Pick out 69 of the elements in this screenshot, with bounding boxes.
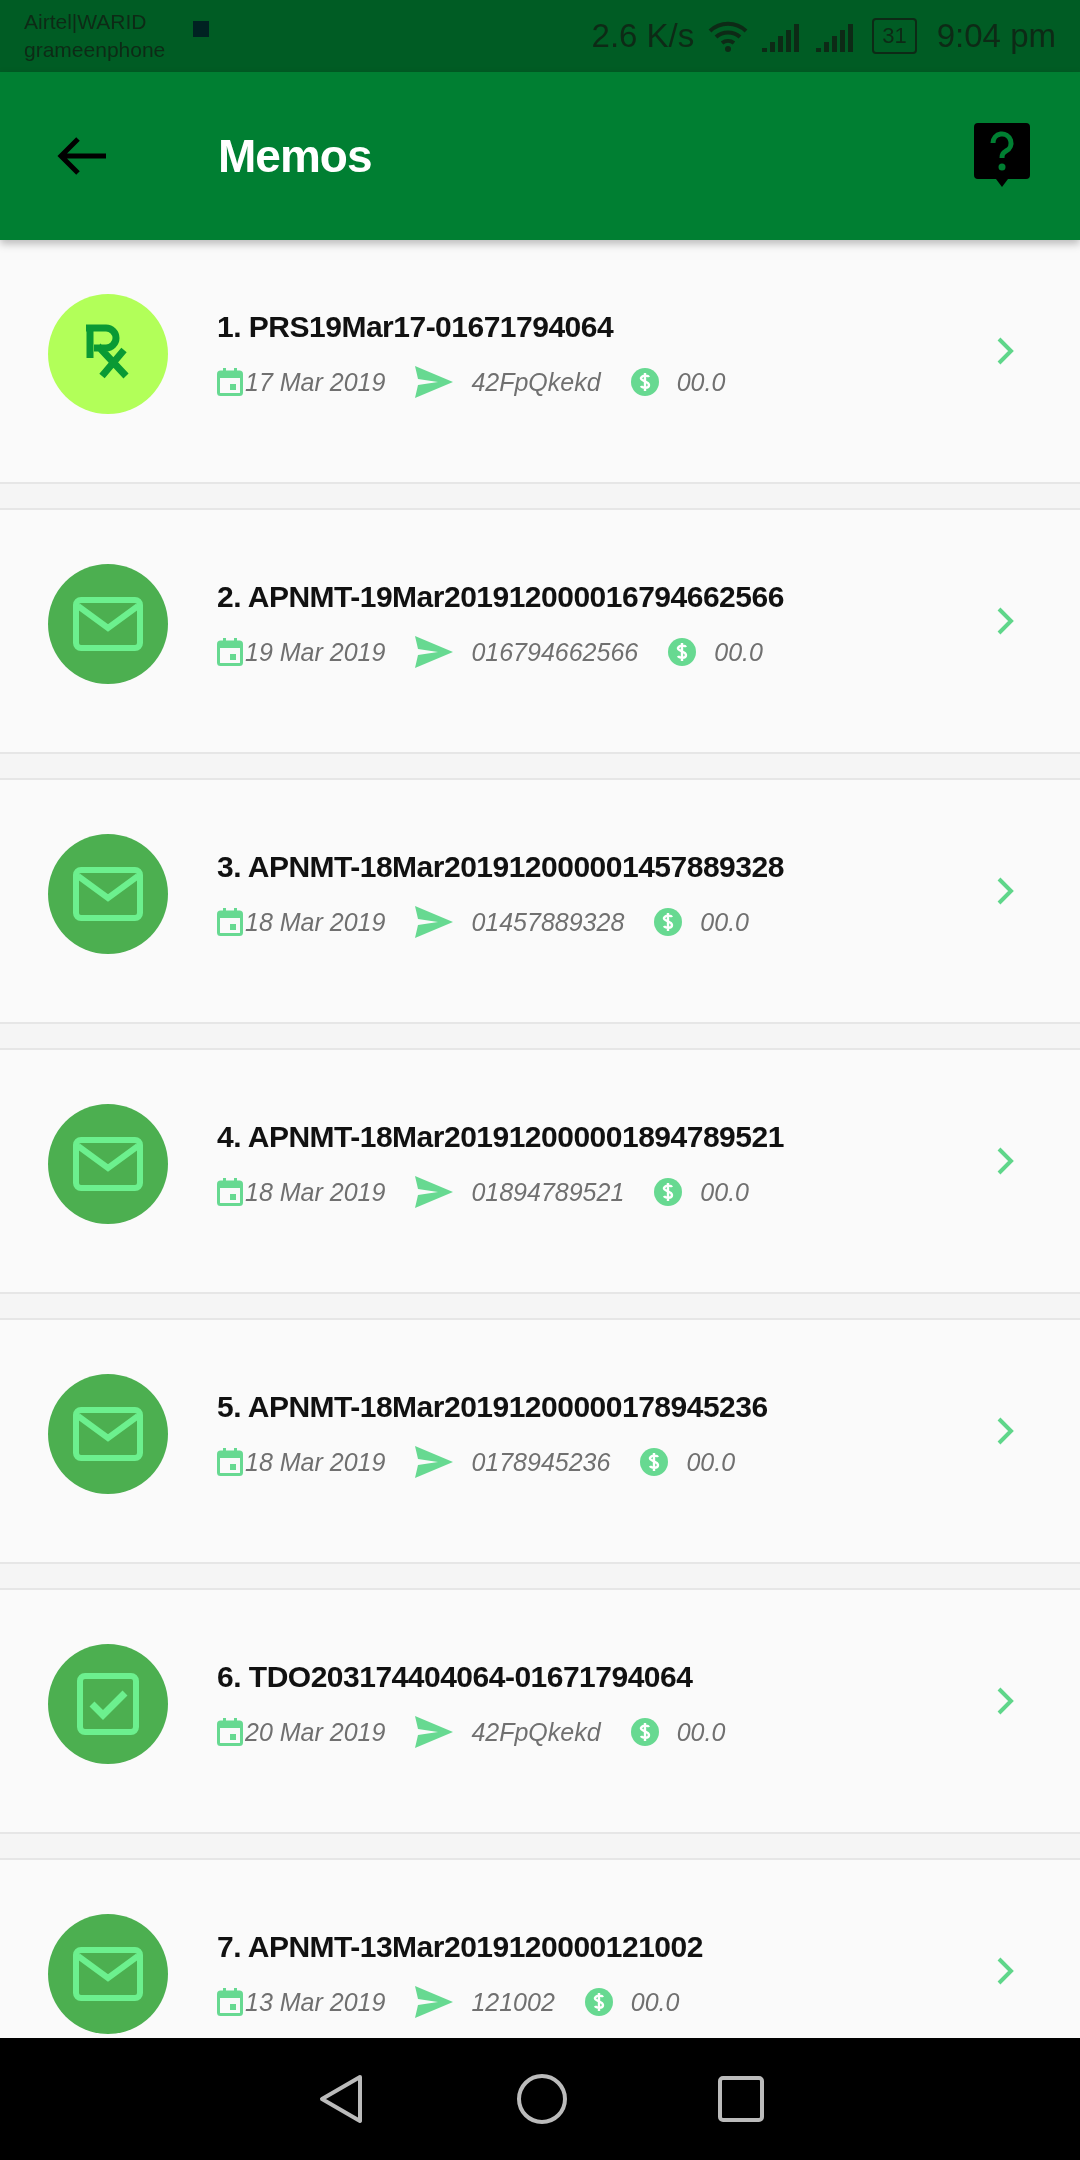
- chevron-right-icon: [996, 1956, 1014, 1986]
- calendar-icon: [217, 908, 243, 936]
- notification-icon: [193, 21, 210, 37]
- chevron-right-icon: [996, 1686, 1014, 1716]
- chevron-right-icon: [996, 876, 1014, 906]
- memo-title: 3. APNMT-18Mar201912000001457889328: [217, 850, 785, 884]
- envelope-icon: [72, 596, 144, 652]
- calendar-icon: [217, 1448, 243, 1476]
- dollar-coin-icon: [584, 1988, 613, 2016]
- send-icon: [415, 1446, 454, 1478]
- memo-recipient: 01457889328: [471, 907, 625, 937]
- memo-date: 13 Mar 2019: [245, 1987, 386, 2017]
- wifi-icon: [708, 19, 749, 53]
- memo-date: 18 Mar 2019: [245, 1447, 386, 1477]
- dollar-coin-icon: [654, 1178, 683, 1206]
- memo-title: 1. PRS19Mar17-01671794064: [217, 310, 615, 344]
- memo-date: 18 Mar 2019: [245, 907, 386, 937]
- chevron-right-icon: [996, 606, 1014, 636]
- envelope-icon: [72, 1946, 144, 2002]
- chevron-right-icon: [996, 1146, 1014, 1176]
- send-icon: [415, 906, 454, 938]
- chevron-right-icon: [996, 336, 1014, 366]
- memo-date: 17 Mar 2019: [245, 367, 386, 397]
- checkbox-icon: [76, 1672, 140, 1736]
- memo-date: 19 Mar 2019: [245, 637, 386, 667]
- dollar-coin-icon: [654, 908, 683, 936]
- memo-recipient: 01894789521: [471, 1177, 625, 1207]
- dollar-coin-icon: [630, 1718, 659, 1746]
- calendar-icon: [217, 1988, 243, 2016]
- memo-amount: 00.0: [700, 907, 749, 937]
- memo-recipient: 42FpQkekd: [471, 1717, 601, 1747]
- memo-date: 20 Mar 2019: [245, 1717, 386, 1747]
- send-icon: [415, 366, 454, 398]
- calendar-icon: [217, 1178, 243, 1206]
- envelope-icon: [72, 1136, 144, 1192]
- send-icon: [415, 1716, 454, 1748]
- memo-title: 6. TDO203174404064-01671794064: [217, 1660, 694, 1694]
- memo-amount: 00.0: [676, 367, 726, 397]
- dollar-coin-icon: [630, 368, 659, 396]
- memo-recipient: 016794662566: [471, 637, 639, 667]
- chevron-right-icon: [996, 1416, 1014, 1446]
- send-icon: [415, 1176, 454, 1208]
- recents-square-icon[interactable]: [718, 2076, 764, 2122]
- help-icon[interactable]: [974, 123, 1030, 189]
- home-circle-icon[interactable]: [516, 2073, 568, 2125]
- calendar-icon: [217, 638, 243, 666]
- memo-recipient: 121002: [471, 1987, 555, 2017]
- screen-title: Memos: [218, 129, 373, 183]
- memo-amount: 00.0: [630, 1987, 680, 2017]
- memo-amount: 00.0: [676, 1717, 726, 1747]
- memo-title: 5. APNMT-18Mar20191200000178945236: [217, 1390, 769, 1424]
- send-icon: [415, 636, 454, 668]
- send-icon: [415, 1986, 454, 2018]
- dollar-coin-icon: [668, 638, 697, 666]
- memo-title: 7. APNMT-13Mar2019120000121002: [217, 1930, 704, 1964]
- dollar-coin-icon: [640, 1448, 669, 1476]
- memo-recipient: 42FpQkekd: [471, 367, 601, 397]
- envelope-icon: [72, 866, 144, 922]
- memo-recipient: 0178945236: [471, 1447, 611, 1477]
- envelope-icon: [72, 1406, 144, 1462]
- memo-date: 18 Mar 2019: [245, 1177, 386, 1207]
- back-arrow-icon[interactable]: [56, 136, 108, 176]
- memo-amount: 00.0: [714, 637, 763, 667]
- memo-amount: 00.0: [700, 1177, 749, 1207]
- calendar-icon: [217, 1718, 243, 1746]
- memo-title: 2. APNMT-19Mar201912000016794662566: [217, 580, 785, 614]
- memo-title: 4. APNMT-18Mar201912000001894789521: [217, 1120, 785, 1154]
- calendar-icon: [217, 368, 243, 396]
- memo-amount: 00.0: [686, 1447, 736, 1477]
